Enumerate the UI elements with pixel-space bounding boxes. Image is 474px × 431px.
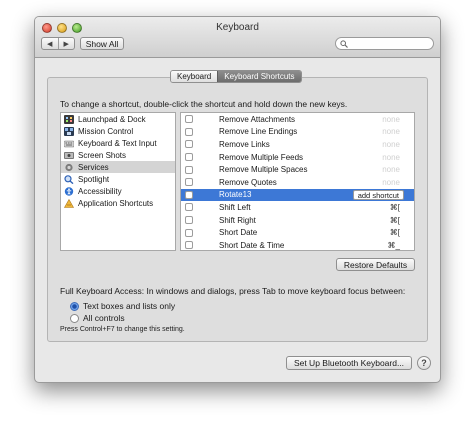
shortcut-key[interactable]: none [382,178,400,187]
category-label: Application Shortcuts [78,198,154,208]
shortcut-key[interactable]: ⌘_ [388,241,400,250]
shortcut-key[interactable]: none [382,127,400,136]
shortcut-checkbox[interactable] [185,165,193,174]
shortcut-categories-list[interactable]: Launchpad & Dock Mission Control Keyboar… [60,112,176,251]
category-label: Services [78,162,109,172]
shortcut-label: Rotate13 [219,190,252,200]
tab-keyboard-shortcuts[interactable]: Keyboard Shortcuts [217,71,301,82]
full-keyboard-access-label: Full Keyboard Access: In windows and dia… [60,286,406,296]
shortcut-row[interactable]: Short Date ⌘[ [181,226,414,239]
category-launchpad-dock[interactable]: Launchpad & Dock [61,113,175,125]
shortcut-label: Remove Multiple Feeds [219,152,304,162]
category-label: Screen Shots [78,150,127,160]
spotlight-icon [64,174,74,184]
app-shortcuts-icon [64,198,74,208]
shortcut-checkbox[interactable] [185,153,193,162]
category-label: Mission Control [78,126,134,136]
shortcut-row[interactable]: Shift Left ⌘[ [181,201,414,214]
shortcuts-list[interactable]: Remove Attachments none Remove Line Endi… [180,112,415,251]
shortcut-checkbox[interactable] [185,178,193,187]
shortcut-label: Shift Left [219,202,251,212]
mission-control-icon [64,126,74,136]
instructions-text: To change a shortcut, double-click the s… [60,99,348,109]
shortcut-key[interactable]: none [382,165,400,174]
category-spotlight[interactable]: Spotlight [61,173,175,185]
shortcut-checkbox[interactable] [185,127,193,136]
back-arrow-icon[interactable]: ◀ [42,38,58,49]
back-forward-control: ◀ ▶ [41,37,75,50]
add-shortcut-button[interactable]: add shortcut [352,189,404,200]
launchpad-icon [64,114,74,124]
accessibility-icon [64,186,74,196]
shortcut-key[interactable]: ⌘[ [390,228,400,237]
shortcut-checkbox[interactable] [185,140,193,149]
shortcut-checkbox[interactable] [185,115,193,124]
search-icon [340,40,348,48]
category-accessibility[interactable]: Accessibility [61,185,175,197]
shortcut-label: Remove Links [219,139,270,149]
shortcut-checkbox[interactable] [185,216,193,225]
keyboard-icon [64,139,74,148]
window-title: Keyboard [216,22,259,33]
shortcut-checkbox[interactable] [185,241,193,250]
radio-all-controls[interactable]: All controls [70,313,125,323]
shortcut-key[interactable]: ⌘[ [390,216,400,225]
category-screen-shots[interactable]: Screen Shots [61,149,175,161]
show-all-button[interactable]: Show All [80,37,124,50]
radio-button-selected[interactable] [70,301,79,311]
tab-keyboard[interactable]: Keyboard [171,71,218,82]
radio-label: Text boxes and lists only [83,301,176,311]
shortcut-key[interactable]: ⌘[ [390,203,400,212]
category-keyboard-text-input[interactable]: Keyboard & Text Input [61,137,175,149]
shortcut-row[interactable]: Remove Attachments none [181,113,414,126]
set-up-bluetooth-keyboard-button[interactable]: Set Up Bluetooth Keyboard... [286,356,412,370]
forward-arrow-icon[interactable]: ▶ [57,38,75,49]
restore-defaults-button[interactable]: Restore Defaults [336,258,415,271]
shortcut-key[interactable]: none [382,115,400,124]
shortcut-row[interactable]: Remove Links none [181,138,414,151]
shortcut-row[interactable]: Remove Multiple Spaces none [181,163,414,176]
title-bar[interactable]: Keyboard ◀ ▶ Show All [35,17,440,58]
shortcut-label: Remove Multiple Spaces [219,165,308,175]
category-label: Spotlight [78,174,110,184]
radio-button[interactable] [70,313,79,323]
shortcut-label: Remove Line Endings [219,127,298,137]
category-application-shortcuts[interactable]: Application Shortcuts [61,197,175,209]
shortcut-checkbox[interactable] [185,190,193,199]
shortcut-row-selected[interactable]: Rotate13 add shortcut [181,188,414,202]
shortcut-checkbox[interactable] [185,228,193,237]
shortcut-row[interactable]: Shift Right ⌘[ [181,214,414,227]
screenshot-icon [64,151,74,160]
radio-label: All controls [83,313,125,323]
shortcut-row[interactable]: Remove Line Endings none [181,126,414,139]
shortcut-row[interactable]: Remove Quotes none [181,176,414,189]
shortcut-label: Remove Quotes [219,177,277,187]
shortcut-key[interactable]: none [382,153,400,162]
category-mission-control[interactable]: Mission Control [61,125,175,137]
shortcut-row[interactable]: Short Date & Time ⌘_ [181,239,414,250]
category-services[interactable]: Services [61,161,175,173]
category-label: Keyboard & Text Input [78,138,157,148]
category-label: Launchpad & Dock [78,114,146,124]
shortcut-label: Short Date [219,228,258,238]
tab-control: Keyboard Keyboard Shortcuts [170,70,302,83]
keyboard-preferences-window: Keyboard ◀ ▶ Show All Keyboard Keyboard … [34,16,441,383]
shortcut-row[interactable]: Remove Multiple Feeds none [181,151,414,164]
category-label: Accessibility [78,186,122,196]
gear-icon [64,163,74,172]
shortcut-label: Remove Attachments [219,114,296,124]
help-button[interactable]: ? [417,356,431,370]
keyboard-access-hint: Press Control+F7 to change this setting. [60,326,185,333]
shortcut-label: Short Date & Time [219,240,285,250]
search-field[interactable] [335,37,434,50]
shortcut-label: Shift Right [219,215,256,225]
shortcut-key[interactable]: none [382,140,400,149]
shortcut-checkbox[interactable] [185,203,193,212]
radio-text-boxes-lists[interactable]: Text boxes and lists only [70,301,175,311]
